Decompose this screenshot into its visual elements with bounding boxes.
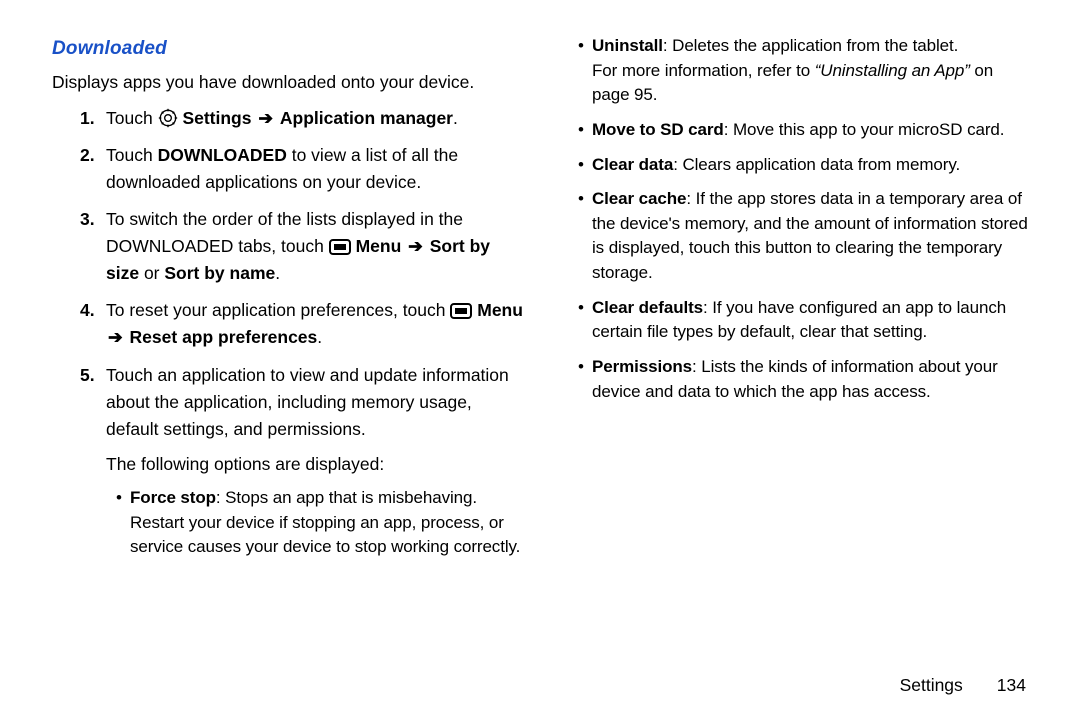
step-5: 5. Touch an application to view and upda…: [80, 362, 524, 443]
step-body: Touch: [106, 105, 524, 132]
page-number: 134: [997, 675, 1026, 696]
section-intro: Displays apps you have downloaded onto y…: [52, 69, 524, 96]
right-column: • Uninstall: Deletes the application fro…: [560, 34, 1032, 675]
option-body: Clear defaults: If you have configured a…: [592, 296, 1032, 345]
step-body: Touch DOWNLOADED to view a list of all t…: [106, 142, 524, 196]
bullet-icon: •: [116, 486, 130, 560]
text: or: [139, 263, 164, 283]
step-number: 2.: [80, 142, 106, 196]
option-label: Uninstall: [592, 36, 663, 55]
downloaded-label: DOWNLOADED: [158, 145, 287, 165]
option-clear-cache: • Clear cache: If the app stores data in…: [578, 187, 1032, 286]
period: .: [453, 108, 458, 128]
option-permissions: • Permissions: Lists the kinds of inform…: [578, 355, 1032, 404]
option-body: Clear data: Clears application data from…: [592, 153, 1032, 178]
option-label: Clear defaults: [592, 298, 703, 317]
period: .: [275, 263, 280, 283]
bullet-icon: •: [578, 187, 592, 286]
option-clear-defaults: • Clear defaults: If you have configured…: [578, 296, 1032, 345]
options-right: • Uninstall: Deletes the application fro…: [560, 34, 1032, 404]
step-1: 1. Touch: [80, 105, 524, 132]
bullet-icon: •: [578, 34, 592, 108]
option-label: Clear cache: [592, 189, 686, 208]
step-number: 3.: [80, 206, 106, 287]
option-label: Permissions: [592, 357, 692, 376]
option-text: : Deletes the application from the table…: [663, 36, 958, 55]
options-left: • Force stop: Stops an app that is misbe…: [52, 486, 524, 560]
option-ref: “Uninstalling an App”: [815, 61, 970, 80]
reset-label: Reset app preferences: [130, 327, 318, 347]
option-force-stop: • Force stop: Stops an app that is misbe…: [116, 486, 524, 560]
arrow-icon: ➔: [256, 108, 275, 128]
period: .: [317, 327, 322, 347]
step-body: To switch the order of the lists display…: [106, 206, 524, 287]
bullet-icon: •: [578, 153, 592, 178]
text: Touch: [106, 145, 158, 165]
left-column: Downloaded Displays apps you have downlo…: [52, 34, 524, 675]
two-columns: Downloaded Displays apps you have downlo…: [52, 34, 1032, 675]
manual-page: Downloaded Displays apps you have downlo…: [0, 0, 1080, 720]
menu-label: Menu: [477, 300, 523, 320]
page-footer: Settings 134: [52, 675, 1032, 696]
menu-icon: [450, 303, 472, 319]
option-label: Move to SD card: [592, 120, 724, 139]
menu-icon: [329, 239, 351, 255]
settings-gear-icon: [158, 108, 178, 128]
bullet-icon: •: [578, 296, 592, 345]
sortbyname-label: Sort by name: [164, 263, 275, 283]
option-text: : Clears application data from memory.: [673, 155, 960, 174]
text: To reset your application preferences, t…: [106, 300, 450, 320]
settings-label: Settings: [182, 108, 251, 128]
step-3: 3. To switch the order of the lists disp…: [80, 206, 524, 287]
option-text: : Move this app to your microSD card.: [724, 120, 1005, 139]
options-intro: The following options are displayed:: [52, 451, 524, 478]
section-heading: Downloaded: [52, 34, 524, 63]
numbered-steps: 1. Touch: [52, 105, 524, 443]
option-body: Permissions: Lists the kinds of informat…: [592, 355, 1032, 404]
step-body: To reset your application preferences, t…: [106, 297, 524, 351]
option-uninstall: • Uninstall: Deletes the application fro…: [578, 34, 1032, 108]
option-body: Clear cache: If the app stores data in a…: [592, 187, 1032, 286]
menu-label: Menu: [356, 236, 402, 256]
step-2: 2. Touch DOWNLOADED to view a list of al…: [80, 142, 524, 196]
step-4: 4. To reset your application preferences…: [80, 297, 524, 351]
option-label: Clear data: [592, 155, 673, 174]
text: Touch: [106, 108, 158, 128]
option-body: Move to SD card: Move this app to your m…: [592, 118, 1032, 143]
step-body: Touch an application to view and update …: [106, 362, 524, 443]
bullet-icon: •: [578, 118, 592, 143]
option-body: Uninstall: Deletes the application from …: [592, 34, 1032, 108]
appmgr-label: Application manager: [280, 108, 453, 128]
option-label: Force stop: [130, 488, 216, 507]
bullet-icon: •: [578, 355, 592, 404]
option-clear-data: • Clear data: Clears application data fr…: [578, 153, 1032, 178]
option-move-sd: • Move to SD card: Move this app to your…: [578, 118, 1032, 143]
option-more1: For more information, refer to: [592, 61, 815, 80]
option-body: Force stop: Stops an app that is misbeha…: [130, 486, 524, 560]
arrow-icon: ➔: [106, 327, 125, 347]
step-number: 1.: [80, 105, 106, 132]
step-number: 5.: [80, 362, 106, 443]
step-number: 4.: [80, 297, 106, 351]
arrow-icon: ➔: [406, 236, 425, 256]
chapter-name: Settings: [900, 675, 963, 696]
